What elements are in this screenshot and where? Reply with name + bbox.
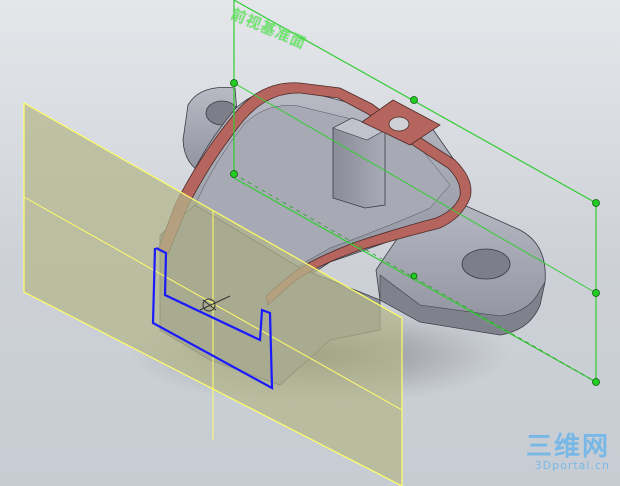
mounting-tab-hole[interactable] (388, 116, 410, 132)
watermark-brand: 三维网 (525, 432, 610, 462)
plane-handle-top-mid[interactable] (410, 96, 418, 104)
model-scene[interactable] (0, 0, 620, 486)
watermark: 三维网 3Dportal.cn (526, 434, 610, 472)
plane-handle-left-mid[interactable] (230, 170, 238, 178)
plane-handle-right-top[interactable] (592, 199, 600, 207)
watermark-site: 3Dportal.cn (534, 459, 610, 472)
plane-handle-right-mid[interactable] (592, 289, 600, 297)
plane-handle-right-bottom[interactable] (592, 378, 600, 386)
plane-handle-top-left[interactable] (230, 79, 238, 87)
right-bolt-hole[interactable] (461, 248, 511, 280)
graphics-viewport[interactable]: 前视基准面 三维网 3Dportal.cn (0, 0, 620, 486)
plane-handle-center[interactable] (410, 272, 418, 280)
